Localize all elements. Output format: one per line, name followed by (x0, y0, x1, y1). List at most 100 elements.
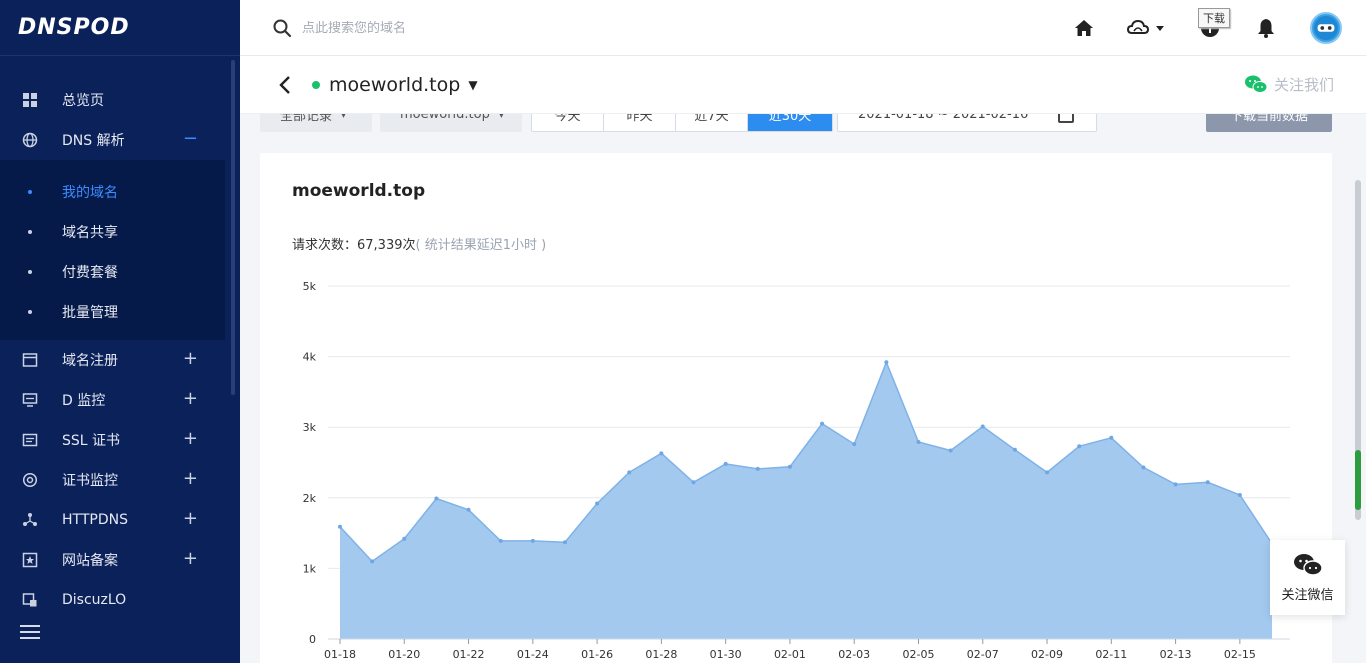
stats-card: moeworld.top 请求次数：67,339次( 统计结果延迟1小时 ) 0… (260, 153, 1332, 663)
scrollbar-thumb[interactable] (1355, 450, 1361, 510)
sidebar-item-overview[interactable]: 总览页 (0, 80, 240, 120)
y-tick-label: 1k (303, 562, 317, 575)
data-point (820, 421, 825, 426)
expand-icon[interactable]: + (183, 388, 198, 409)
status-dot-icon (312, 81, 320, 89)
sidebar-item-label: HTTPDNS (62, 512, 128, 528)
submenu-label: 域名共享 (62, 225, 118, 241)
data-point (852, 442, 857, 447)
x-tick-label: 02-09 (1031, 648, 1063, 661)
data-point (434, 496, 439, 501)
x-tick-label: 02-13 (1160, 648, 1192, 661)
data-point (595, 501, 600, 506)
register-icon (22, 352, 38, 368)
menu-toggle-icon[interactable] (20, 625, 40, 643)
y-tick-label: 2k (303, 492, 317, 505)
wechat-icon (1293, 554, 1323, 576)
logo-text: DNSPOD (18, 15, 130, 40)
data-point (562, 540, 567, 545)
data-point (787, 464, 792, 469)
globe-icon (22, 132, 38, 148)
x-tick-label: 01-20 (388, 648, 420, 661)
x-tick-label: 01-22 (453, 648, 485, 661)
cloud-menu-icon[interactable] (1124, 16, 1168, 40)
sidebar-item-httpdns[interactable]: HTTPDNS + (0, 500, 240, 540)
sidebar-item-dns[interactable]: DNS 解析 − (0, 120, 240, 160)
submenu-paid-plans[interactable]: 付费套餐 (0, 252, 225, 292)
monitor-icon (22, 392, 38, 408)
submenu-domain-share[interactable]: 域名共享 (0, 212, 225, 252)
data-point (980, 424, 985, 429)
data-point (916, 440, 921, 445)
y-tick-label: 3k (303, 421, 317, 434)
follow-wechat-button[interactable]: 关注微信 (1270, 540, 1345, 615)
x-tick-label: 01-30 (710, 648, 742, 661)
avatar[interactable] (1310, 12, 1342, 44)
data-point (530, 538, 535, 543)
sidebar-item-discuz[interactable]: DiscuzLO (0, 580, 240, 620)
sidebar-item-cert-monitor[interactable]: 证书监控 + (0, 460, 240, 500)
x-tick-label: 02-01 (774, 648, 806, 661)
data-point (402, 536, 407, 541)
cert-monitor-icon (22, 472, 38, 488)
x-tick-label: 02-07 (967, 648, 999, 661)
sidebar-item-label: 域名注册 (62, 353, 118, 369)
sidebar: DNSPOD 总览页 DNS 解析 − 我的域名 域名共享 付费套餐 批量管理 … (0, 0, 240, 663)
page-scrollbar[interactable] (1355, 180, 1361, 520)
follow-us-link[interactable]: 关注我们 (1244, 73, 1334, 95)
follow-wechat-label: 关注微信 (1281, 588, 1334, 603)
domain-switcher[interactable]: moeworld.top ▼ (312, 74, 478, 96)
sidebar-item-ssl[interactable]: SSL 证书 + (0, 420, 240, 460)
expand-icon[interactable]: + (183, 468, 198, 489)
domain-header: moeworld.top ▼ 关注我们 (240, 56, 1366, 114)
submenu-my-domains[interactable]: 我的域名 (0, 172, 225, 212)
sidebar-item-beian[interactable]: 网站备案 + (0, 540, 240, 580)
submenu-label: 付费套餐 (62, 265, 118, 281)
data-point (691, 480, 696, 485)
data-point (1237, 492, 1242, 497)
data-point (659, 451, 664, 456)
data-point (1141, 465, 1146, 470)
y-tick-label: 5k (303, 280, 317, 293)
sidebar-item-label: DNS 解析 (62, 133, 125, 149)
collapse-icon[interactable]: − (183, 128, 198, 149)
page-title: moeworld.top (329, 74, 461, 96)
certificate-icon (22, 432, 38, 448)
x-tick-label: 01-18 (324, 648, 356, 661)
avatar-face-icon (1313, 15, 1339, 41)
submenu-batch-manage[interactable]: 批量管理 (0, 292, 225, 332)
bell-icon[interactable] (1254, 16, 1278, 40)
dns-submenu: 我的域名 域名共享 付费套餐 批量管理 (0, 160, 225, 340)
back-icon[interactable] (276, 74, 296, 96)
expand-icon[interactable]: + (183, 348, 198, 369)
expand-icon[interactable]: + (183, 508, 198, 529)
bullet-icon (28, 310, 32, 314)
discuz-icon (22, 592, 38, 608)
sidebar-item-d-monitor[interactable]: D 监控 + (0, 380, 240, 420)
data-point (1045, 470, 1050, 475)
data-point (755, 466, 760, 471)
sidebar-item-label: DiscuzLO (62, 592, 127, 608)
sidebar-item-domain-register[interactable]: 域名注册 + (0, 340, 240, 380)
record-icon (22, 552, 38, 568)
sidebar-item-label: D 监控 (62, 393, 106, 409)
sidebar-item-label: 总览页 (62, 93, 104, 109)
dnspod-logo[interactable]: DNSPOD (0, 0, 240, 56)
expand-icon[interactable]: + (183, 548, 198, 569)
y-tick-label: 0 (309, 633, 316, 646)
caret-down-icon: ▼ (468, 78, 478, 92)
sidebar-item-label: SSL 证书 (62, 433, 121, 449)
search-bar (272, 18, 602, 38)
search-icon[interactable] (272, 18, 292, 38)
submenu-label: 我的域名 (62, 185, 118, 201)
data-point (884, 360, 889, 365)
search-input[interactable] (302, 20, 602, 36)
expand-icon[interactable]: + (183, 428, 198, 449)
wechat-icon (1244, 75, 1268, 93)
data-point (1205, 480, 1210, 485)
x-tick-label: 02-03 (838, 648, 870, 661)
download-tooltip: 下载 (1198, 8, 1230, 28)
sidebar-menu: 总览页 DNS 解析 − 我的域名 域名共享 付费套餐 批量管理 域名注册 + … (0, 56, 240, 620)
data-point (1109, 435, 1114, 440)
home-icon[interactable] (1072, 16, 1096, 40)
